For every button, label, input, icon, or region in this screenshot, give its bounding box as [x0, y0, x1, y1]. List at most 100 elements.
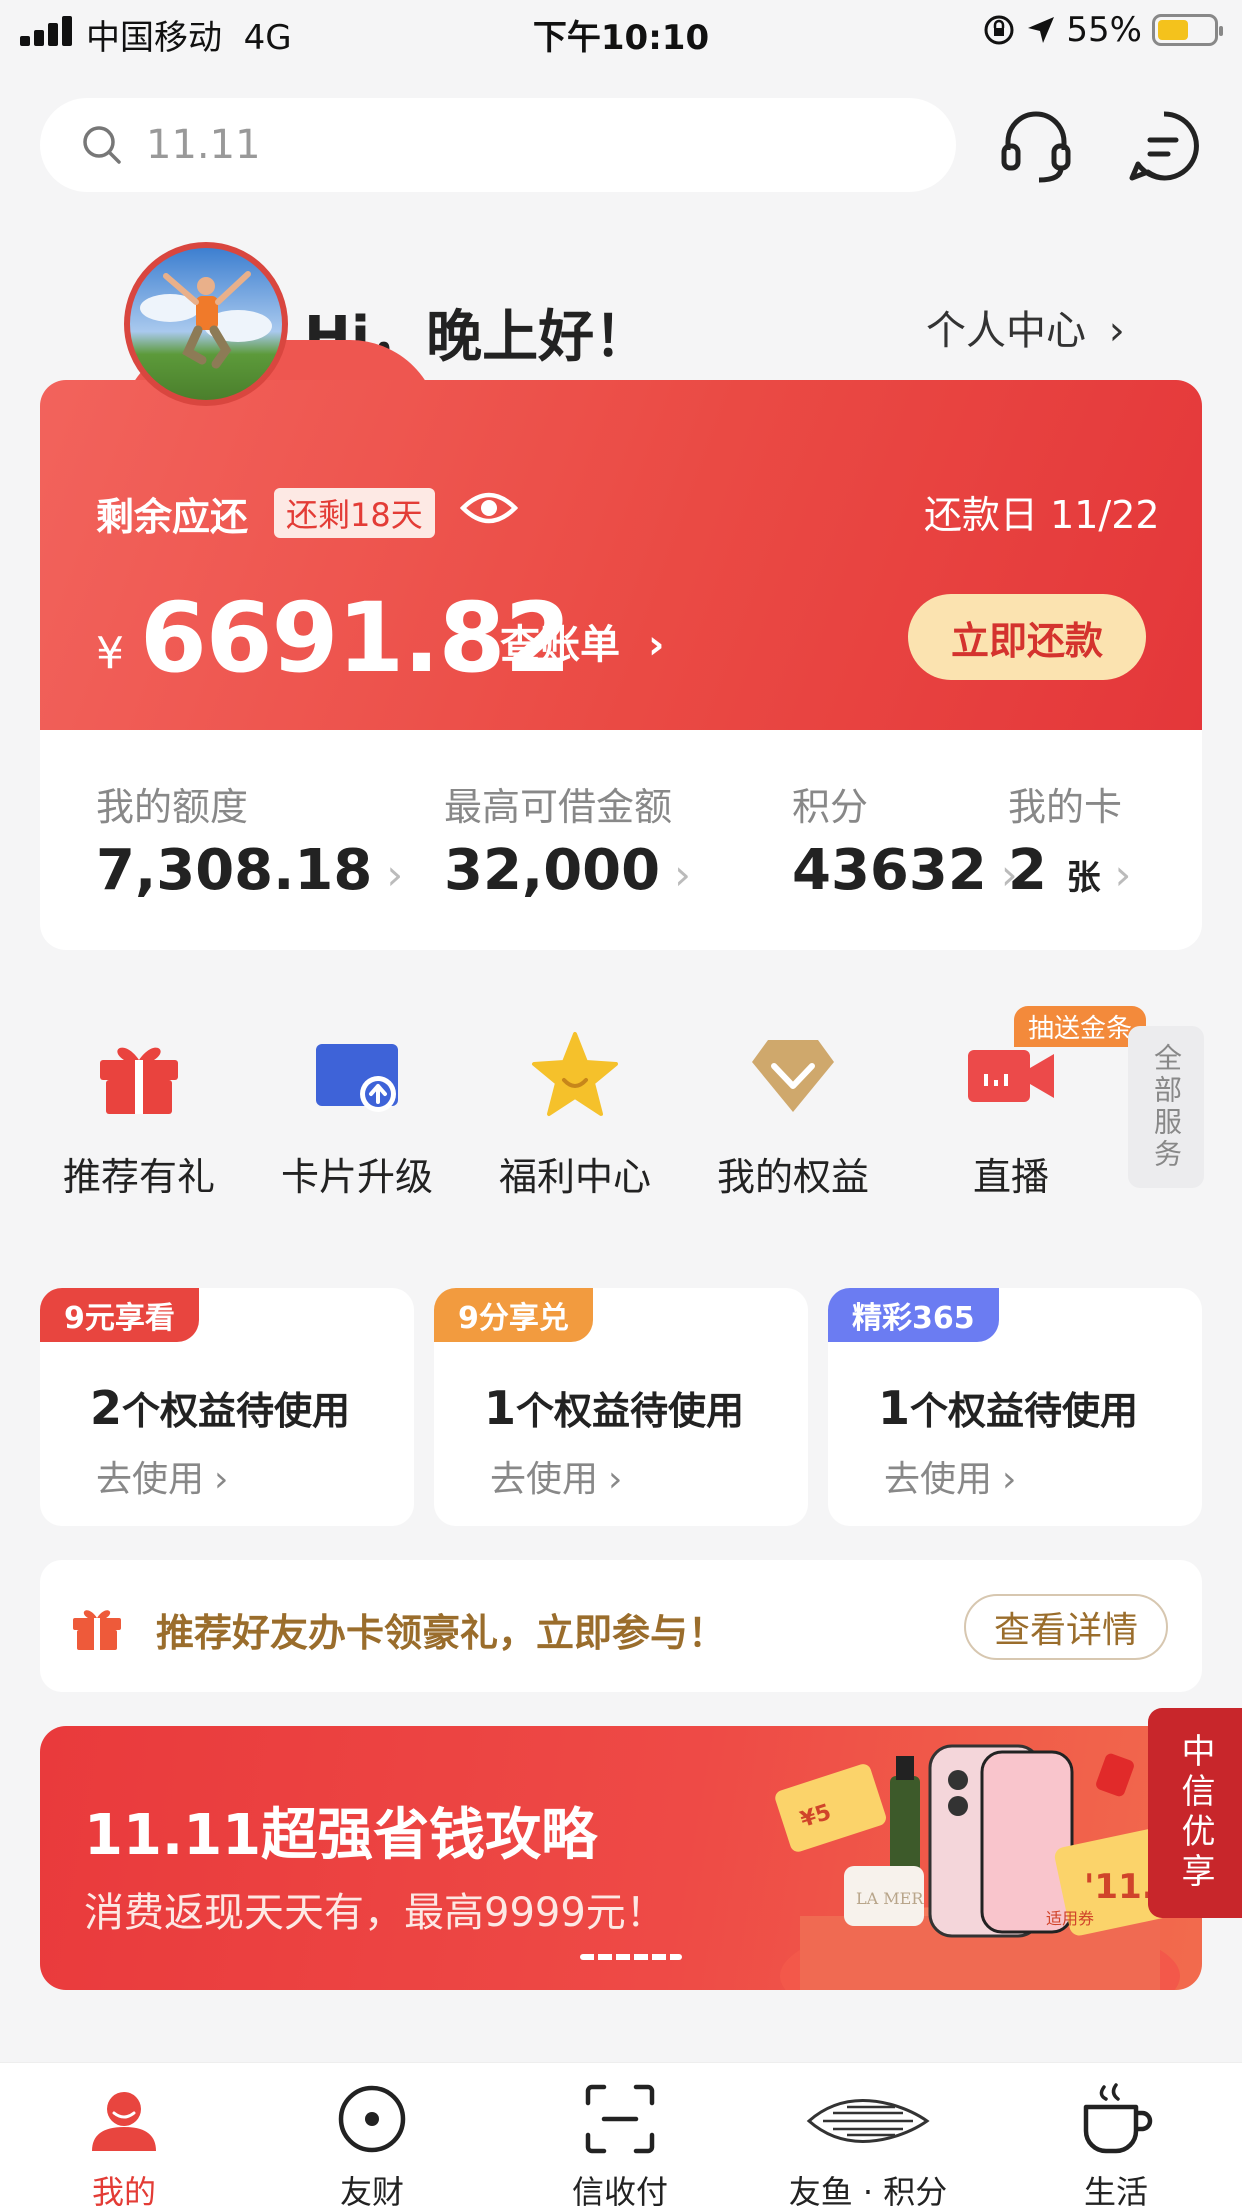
- use-link[interactable]: 去使用 ›: [96, 1450, 228, 1502]
- remaining-due-label: 剩余应还: [96, 495, 249, 539]
- stat-label: 积分: [792, 785, 869, 829]
- all-services-label: 全部服务: [1150, 1043, 1183, 1171]
- nav-label: 生活: [1083, 2173, 1148, 2208]
- gift-icon: [100, 1047, 178, 1114]
- nav-label: 友财: [339, 2173, 404, 2208]
- diamond-icon: [752, 1040, 834, 1112]
- nav-points[interactable]: 友鱼 · 积分: [744, 2063, 992, 2208]
- service-card-upgrade[interactable]: 卡片升级: [252, 1030, 462, 1200]
- days-left-badge: 还剩18天: [274, 488, 435, 538]
- stat-value: 2: [1008, 838, 1047, 903]
- stat-value: 7,308.18: [96, 838, 373, 903]
- card-upgrade-icon: [316, 1044, 398, 1112]
- message-icon[interactable]: [1124, 106, 1204, 186]
- benefit-text: 个权益待使用: [910, 1389, 1139, 1433]
- battery-percent: 55%: [1066, 10, 1142, 50]
- service-label: 卡片升级: [280, 1155, 433, 1199]
- service-welfare[interactable]: 福利中心: [470, 1030, 680, 1200]
- carousel-indicator[interactable]: [580, 1954, 682, 1960]
- stat-value: 32,000: [444, 838, 661, 903]
- chevron-right-icon: ›: [608, 1459, 623, 1500]
- use-link[interactable]: 去使用 ›: [490, 1450, 622, 1502]
- nav-life[interactable]: 生活: [992, 2063, 1240, 2208]
- chevron-right-icon: ›: [1002, 1459, 1017, 1500]
- currency-symbol: ¥: [96, 628, 124, 679]
- benefit-tag: 9分享兑: [434, 1288, 593, 1342]
- nav-wealth[interactable]: 友财: [248, 2063, 496, 2208]
- nav-mine[interactable]: 我的: [0, 2063, 248, 2208]
- referral-banner[interactable]: 推荐好友办卡领豪礼，立即参与！ 查看详情: [40, 1560, 1202, 1692]
- gift-icon: [73, 1610, 121, 1650]
- personal-center-link[interactable]: 个人中心 ›: [926, 298, 1125, 356]
- status-bar: 中国移动 4G 下午10:10 55%: [0, 0, 1242, 62]
- location-arrow-icon: [1028, 17, 1055, 43]
- stat-unit: 张: [1066, 858, 1101, 898]
- nav-label: 我的: [91, 2173, 156, 2208]
- chevron-right-icon: ›: [647, 622, 665, 668]
- search-bar[interactable]: 11.11: [40, 98, 956, 192]
- benefit-text: 个权益待使用: [516, 1389, 745, 1433]
- service-referral[interactable]: 推荐有礼: [34, 1030, 244, 1200]
- service-label: 我的权益: [716, 1155, 869, 1199]
- svg-text:LA MER: LA MER: [856, 1889, 924, 1908]
- view-bill-label: 查账单: [500, 622, 620, 668]
- nav-label: 信收付: [571, 2173, 668, 2208]
- chevron-right-icon: ›: [1114, 850, 1132, 899]
- coupon-note: 适用券: [1046, 1909, 1094, 1928]
- view-bill-link[interactable]: 查账单 ›: [500, 612, 664, 670]
- chevron-right-icon: ›: [214, 1459, 229, 1500]
- avatar[interactable]: [124, 242, 288, 406]
- repay-now-button[interactable]: 立即还款: [908, 594, 1146, 680]
- benefit-count: 2: [90, 1381, 123, 1435]
- benefit-card[interactable]: 9分享兑 1个权益待使用 去使用 ›: [434, 1288, 808, 1526]
- chevron-right-icon: ›: [674, 850, 691, 899]
- personal-center-label: 个人中心: [926, 308, 1086, 354]
- benefit-tag: 精彩365: [828, 1288, 999, 1342]
- stat-label: 我的卡: [1008, 785, 1123, 829]
- stat-label: 最高可借金额: [444, 785, 673, 829]
- search-placeholder: 11.11: [146, 122, 261, 168]
- use-link[interactable]: 去使用 ›: [884, 1450, 1016, 1502]
- cup-icon: [1083, 2083, 1153, 2154]
- nav-payment[interactable]: 信收付: [496, 2063, 744, 2208]
- promo-banner[interactable]: 11.11超强省钱攻略 消费返现天天有，最高9999元！ ¥5 LA MER '…: [40, 1726, 1202, 1990]
- due-date: 还款日 11/22: [924, 493, 1160, 537]
- service-label: 直播: [972, 1155, 1049, 1199]
- all-services-button[interactable]: 全部服务: [1128, 1026, 1204, 1188]
- chevron-right-icon: ›: [386, 850, 404, 899]
- benefit-count: 1: [878, 1381, 911, 1435]
- customer-service-icon[interactable]: [996, 106, 1076, 186]
- star-icon: [532, 1032, 618, 1116]
- avatar-photo: [140, 271, 272, 369]
- citic-benefits-tab[interactable]: 中信优享: [1148, 1708, 1242, 1918]
- profile-icon: [92, 2092, 156, 2151]
- side-tab-label: 中信优享: [1175, 1733, 1215, 1893]
- benefit-tag: 9元享看: [40, 1288, 199, 1342]
- view-details-button[interactable]: 查看详情: [964, 1594, 1168, 1660]
- service-live[interactable]: 直播: [906, 1030, 1116, 1200]
- service-my-benefits[interactable]: 我的权益: [688, 1030, 898, 1200]
- promo-subtitle: 消费返现天天有，最高9999元！: [84, 1890, 666, 1936]
- benefit-count: 1: [484, 1381, 517, 1435]
- benefit-card[interactable]: 9元享看 2个权益待使用 去使用 ›: [40, 1288, 414, 1526]
- referral-text: 推荐好友办卡领豪礼，立即参与！: [156, 1611, 727, 1655]
- bottom-navigation: 我的 友财 信收付 友鱼 · 积分 生活: [0, 2062, 1242, 2208]
- eye-icon[interactable]: [460, 488, 518, 528]
- scan-icon: [585, 2084, 655, 2154]
- service-label: 福利中心: [498, 1155, 651, 1199]
- benefit-text: 个权益待使用: [122, 1389, 351, 1433]
- promo-title: 11.11超强省钱攻略: [84, 1803, 598, 1868]
- use-label: 去使用: [490, 1459, 599, 1500]
- status-right: 55%: [982, 10, 1223, 50]
- battery-icon: [1152, 14, 1223, 46]
- stat-label: 我的额度: [96, 785, 249, 829]
- promo-illustration: ¥5 LA MER '11.11 适用券: [775, 1744, 1202, 1990]
- benefit-card[interactable]: 精彩365 1个权益待使用 去使用 ›: [828, 1288, 1202, 1526]
- search-icon: [83, 126, 121, 164]
- target-icon: [338, 2085, 406, 2153]
- service-label: 推荐有礼: [62, 1155, 215, 1199]
- account-stats: 我的额度 7,308.18 › 最高可借金额 32,000 › 积分 43632 › …: [40, 728, 1202, 950]
- nav-label: 友鱼 · 积分: [788, 2173, 948, 2208]
- live-promo-tag: 抽送金条: [1014, 1006, 1147, 1047]
- stat-value: 43632: [792, 838, 987, 903]
